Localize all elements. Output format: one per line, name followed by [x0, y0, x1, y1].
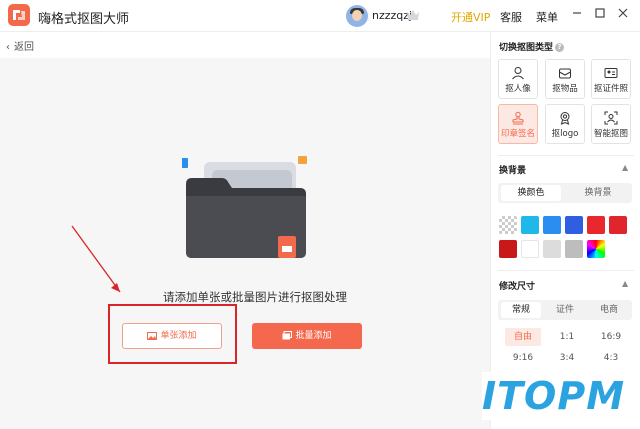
ratio-16-9[interactable]: 16:9 [593, 328, 629, 346]
tab-ecommerce[interactable]: 电商 [589, 302, 629, 318]
images-icon [282, 331, 293, 340]
help-icon[interactable]: ? [555, 43, 565, 52]
tile-logo[interactable]: 抠logo [545, 104, 585, 144]
ratio-free[interactable]: 自由 [505, 328, 541, 346]
tab-change-color[interactable]: 换颜色 [501, 185, 561, 201]
tile-stamp-signature[interactable]: 印章签名 [498, 104, 538, 144]
back-label: 返回 [14, 42, 34, 53]
swatch-white[interactable] [521, 240, 539, 258]
divider [498, 155, 634, 156]
annotation-arrow [71, 225, 121, 293]
swatch-transparent[interactable] [499, 216, 517, 234]
divider [498, 270, 634, 271]
watermark: ITOPM [482, 372, 632, 420]
scan-icon [604, 111, 618, 125]
user-avatar[interactable] [346, 5, 368, 27]
swatch-red[interactable] [587, 216, 605, 234]
minimize-icon[interactable] [568, 6, 586, 24]
vip-badge-icon [407, 10, 419, 20]
ratio-4-3[interactable]: 4:3 [593, 349, 629, 367]
empty-state-prompt: 请添加单张或批量图片进行抠图处理 [163, 290, 347, 304]
ratio-3-4[interactable]: 3:4 [549, 349, 585, 367]
swatch-custom-color[interactable] [587, 240, 605, 258]
background-title: 换背景 [499, 166, 527, 176]
title-bar: 嗨格式抠图大师 nzzzqzj 开通VIP 客服 菜单 [0, 0, 640, 32]
swatch-red-2[interactable] [609, 216, 627, 234]
badge-icon [560, 112, 570, 125]
tile-id-photo[interactable]: 抠证件照 [591, 59, 631, 99]
support-link[interactable]: 客服 [500, 9, 522, 25]
ratio-1-1[interactable]: 1:1 [549, 328, 585, 346]
batch-add-button[interactable]: 批量添加 [252, 323, 362, 349]
collapse-icon[interactable]: ▲ [622, 279, 628, 288]
app-title: 嗨格式抠图大师 [38, 12, 130, 27]
tile-smart-cutout[interactable]: 智能抠图 [591, 104, 631, 144]
swatch-gray[interactable] [565, 240, 583, 258]
open-vip-link[interactable]: 开通VIP [451, 9, 490, 25]
tab-change-background[interactable]: 换背景 [568, 185, 628, 201]
background-tabs: 换颜色 换背景 [498, 183, 632, 203]
size-tabs: 常规 证件 电商 [498, 300, 632, 320]
person-icon [512, 67, 524, 80]
collapse-icon[interactable]: ▲ [622, 163, 628, 172]
id-card-icon [604, 68, 618, 78]
swatch-dark-red[interactable] [499, 240, 517, 258]
folder-illustration [180, 156, 312, 266]
maximize-icon[interactable] [591, 6, 609, 24]
chevron-left-icon: ‹ [6, 42, 10, 53]
swatch-cyan[interactable] [521, 216, 539, 234]
single-add-button[interactable]: 单张添加 [122, 323, 222, 349]
tile-object[interactable]: 抠物品 [545, 59, 585, 99]
image-icon [147, 331, 158, 340]
stamp-icon [512, 111, 524, 125]
batch-add-label: 批量添加 [295, 331, 332, 341]
box-icon [559, 68, 571, 79]
ratio-9-16[interactable]: 9:16 [505, 349, 541, 367]
app-logo [8, 4, 30, 26]
tile-portrait[interactable]: 抠人像 [498, 59, 538, 99]
tab-normal[interactable]: 常规 [501, 302, 541, 318]
menu-button[interactable]: 菜单 [536, 9, 558, 25]
close-icon[interactable] [614, 6, 632, 24]
tab-id[interactable]: 证件 [545, 302, 585, 318]
cutout-type-title: 切换抠图类型? [499, 40, 565, 53]
swatch-blue[interactable] [543, 216, 561, 234]
swatch-dark-blue[interactable] [565, 216, 583, 234]
single-add-label: 单张添加 [160, 331, 197, 341]
size-title: 修改尺寸 [499, 282, 536, 292]
swatch-light-gray[interactable] [543, 240, 561, 258]
back-link[interactable]: ‹ 返回 [6, 38, 34, 53]
